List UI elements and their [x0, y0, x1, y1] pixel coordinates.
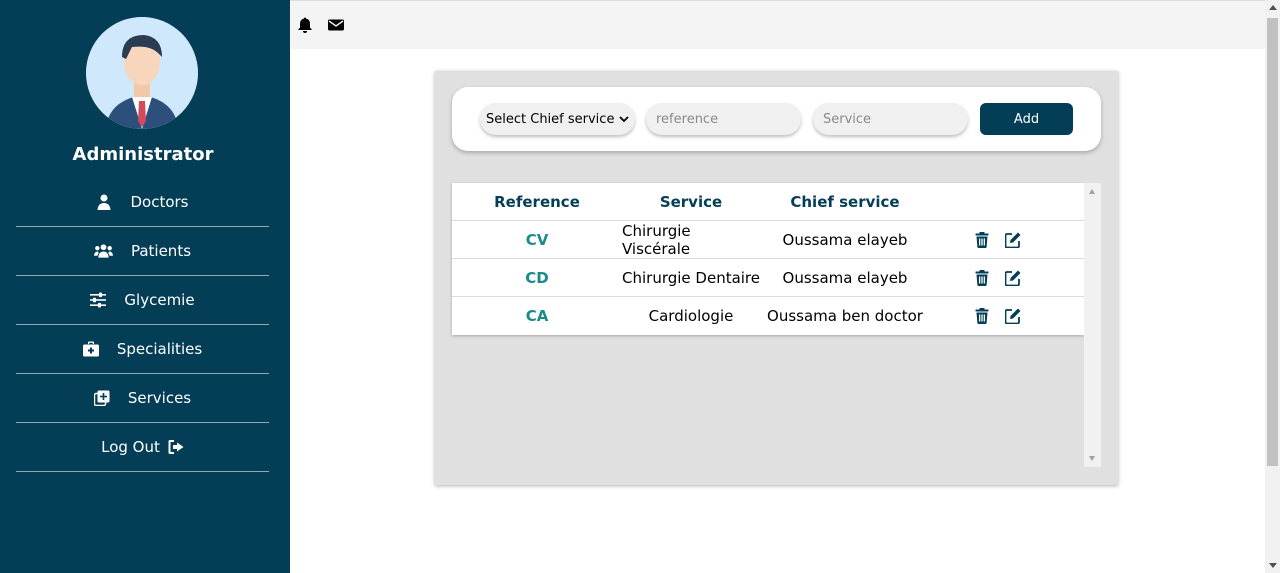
logout-button[interactable]: Log Out	[16, 423, 269, 472]
add-button[interactable]: Add	[980, 103, 1073, 135]
cell-chief-service: Oussama elayeb	[782, 269, 908, 287]
table-row: CV Chirurgie Viscérale Oussama elayeb	[452, 221, 1084, 259]
services-table-container: Reference Service Chief service CV Chiru…	[452, 183, 1101, 467]
sidebar-item-services[interactable]: Services	[16, 374, 269, 423]
trash-icon[interactable]	[974, 232, 990, 248]
sidebar: Administrator Doctors Patients Glycemie …	[0, 0, 290, 573]
medkit-icon	[82, 341, 99, 357]
table-scrollbar[interactable]	[1084, 183, 1101, 467]
sidebar-item-label: Specialities	[116, 340, 203, 358]
edit-icon[interactable]	[1005, 232, 1021, 248]
envelope-icon[interactable]	[328, 17, 344, 33]
services-card: Select Chief service reference Service A…	[435, 71, 1118, 485]
reference-input[interactable]: reference	[646, 103, 801, 135]
table-row: CA Cardiologie Oussama ben doctor	[452, 297, 1084, 335]
page-scrollbar[interactable]	[1265, 0, 1280, 573]
chief-service-select-value: Select Chief service	[486, 111, 615, 127]
chief-service-select[interactable]: Select Chief service	[480, 103, 635, 135]
service-input[interactable]: Service	[813, 103, 968, 135]
service-placeholder: Service	[823, 111, 872, 127]
add-service-form: Select Chief service reference Service A…	[452, 87, 1101, 151]
header-chief-service: Chief service	[790, 193, 900, 211]
cell-service: Cardiologie	[648, 307, 734, 325]
sidebar-item-label: Doctors	[130, 193, 189, 211]
trash-icon[interactable]	[974, 270, 990, 286]
services-table: Reference Service Chief service CV Chiru…	[452, 183, 1084, 335]
sidebar-item-label: Glycemie	[124, 291, 195, 309]
role-title: Administrator	[72, 144, 214, 165]
topbar	[290, 0, 1265, 49]
admin-avatar	[86, 17, 198, 129]
cell-service: Chirurgie Dentaire	[622, 269, 761, 287]
sign-out-icon	[168, 440, 184, 454]
users-icon	[93, 244, 113, 258]
reference-placeholder: reference	[656, 111, 719, 127]
edit-icon[interactable]	[1005, 308, 1021, 324]
table-header-row: Reference Service Chief service	[452, 183, 1084, 221]
sidebar-item-doctors[interactable]: Doctors	[16, 178, 269, 227]
chevron-down-icon	[619, 116, 629, 123]
cell-chief-service: Oussama ben doctor	[767, 307, 923, 325]
header-reference: Reference	[494, 193, 580, 211]
sidebar-item-label: Services	[127, 389, 192, 407]
sidebar-item-label: Patients	[130, 242, 192, 260]
edit-icon[interactable]	[1005, 270, 1021, 286]
cell-reference: CD	[525, 269, 549, 287]
bell-icon[interactable]	[297, 17, 313, 33]
add-square-icon	[93, 390, 110, 406]
cell-reference: CA	[525, 307, 549, 325]
sliders-icon	[90, 292, 107, 308]
header-service: Service	[659, 193, 723, 211]
cell-chief-service: Oussama elayeb	[782, 231, 908, 249]
scroll-down-arrow-icon[interactable]	[1269, 563, 1277, 568]
user-doctor-icon	[97, 194, 111, 210]
sidebar-item-patients[interactable]: Patients	[16, 227, 269, 276]
scrollbar-thumb[interactable]	[1267, 18, 1278, 466]
row-actions	[974, 232, 1021, 248]
row-actions	[974, 308, 1021, 324]
sidebar-item-specialities[interactable]: Specialities	[16, 325, 269, 374]
scroll-up-arrow-icon[interactable]	[1089, 189, 1095, 194]
logout-label: Log Out	[101, 438, 160, 456]
table-row: CD Chirurgie Dentaire Oussama elayeb	[452, 259, 1084, 297]
cell-reference: CV	[525, 231, 549, 249]
scroll-down-arrow-icon[interactable]	[1089, 456, 1095, 461]
sidebar-item-glycemie[interactable]: Glycemie	[16, 276, 269, 325]
scroll-up-arrow-icon[interactable]	[1269, 5, 1277, 10]
trash-icon[interactable]	[974, 308, 990, 324]
sidebar-nav: Doctors Patients Glycemie Specialities S…	[16, 178, 269, 472]
row-actions	[974, 270, 1021, 286]
cell-service: Chirurgie Viscérale	[622, 222, 691, 258]
